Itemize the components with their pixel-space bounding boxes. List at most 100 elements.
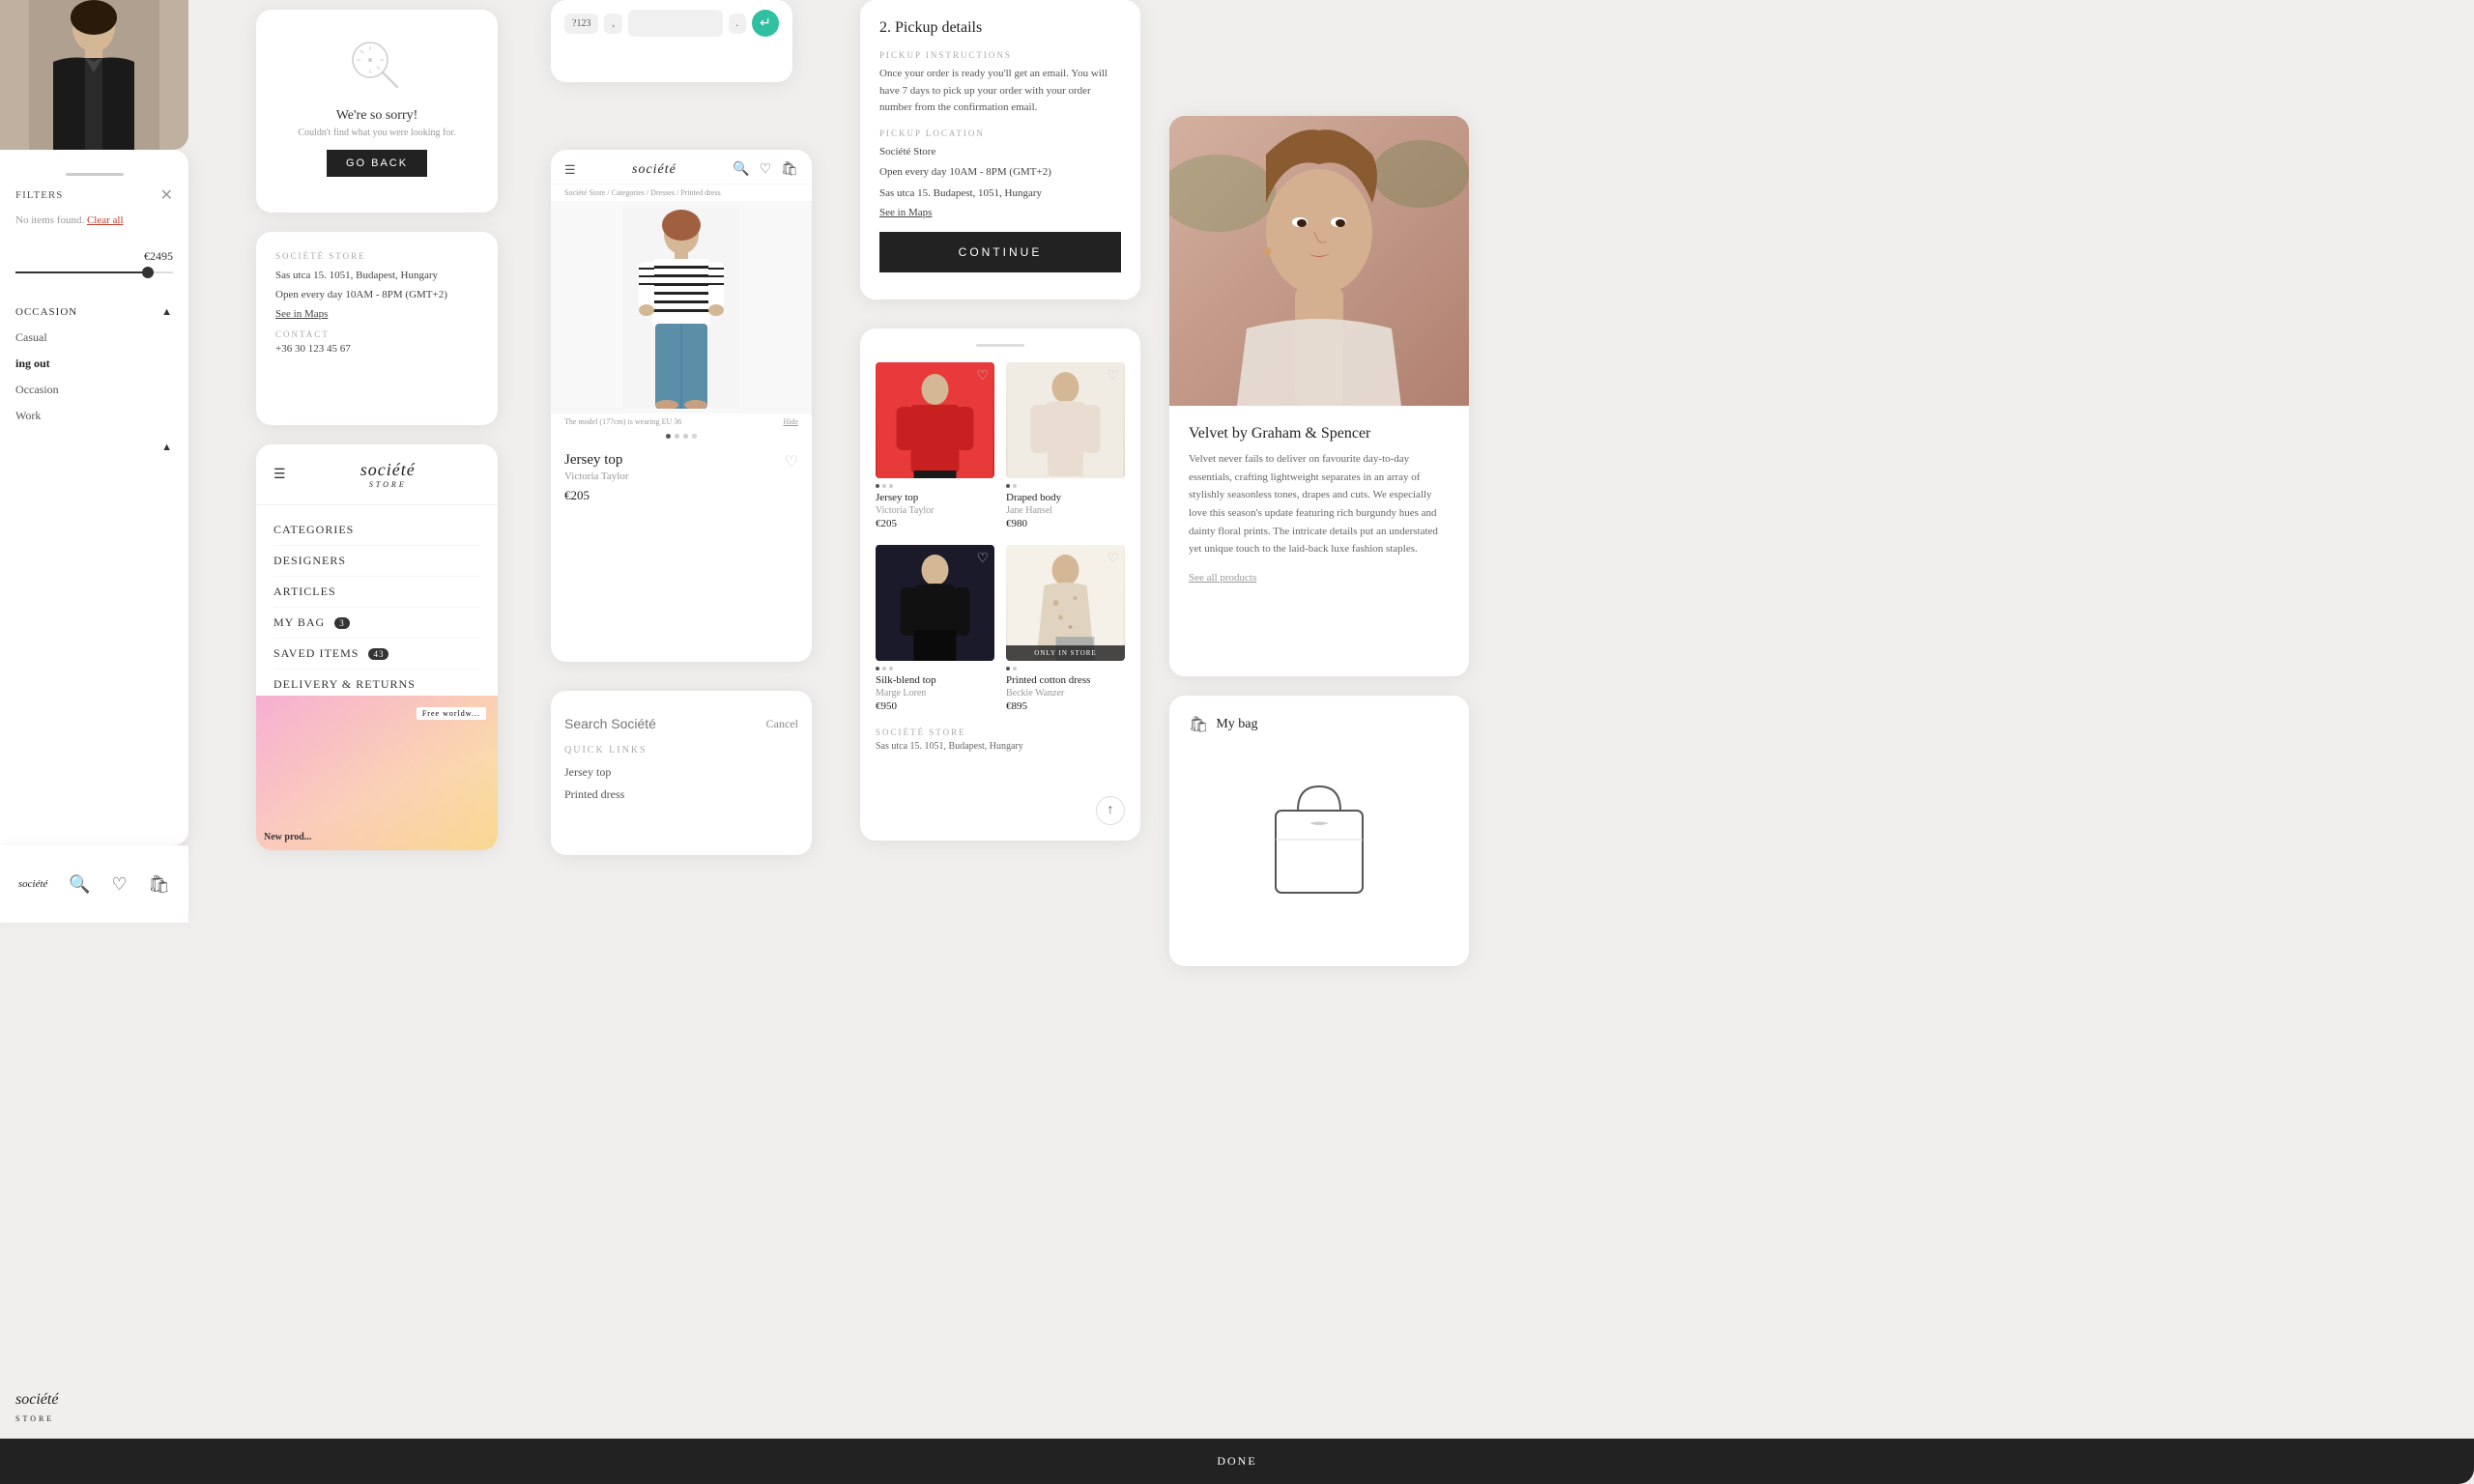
keyboard-row: ?123 , . ↵ — [564, 10, 779, 37]
close-icon[interactable]: ✕ — [160, 186, 173, 205]
range-fill — [15, 271, 154, 273]
product-grid-card: ♡ Jersey top Victoria Taylor €205 — [860, 328, 1140, 841]
scrollbar[interactable] — [66, 173, 124, 176]
bag-header: 🛍 My bag — [1189, 715, 1450, 734]
product-price: €205 — [564, 488, 798, 503]
dot-4[interactable] — [692, 434, 697, 439]
store-maps-link[interactable]: See in Maps — [275, 308, 478, 320]
range-thumb[interactable] — [142, 267, 154, 278]
phone-bag-icon[interactable]: 🛍 — [781, 161, 798, 178]
clear-all-link[interactable]: Clear all — [87, 214, 124, 226]
continue-button[interactable]: CONTINUE — [879, 232, 1121, 272]
sorry-title: We're so sorry! — [279, 108, 475, 124]
menu-brand: sociétéSTORE — [296, 460, 480, 489]
key-123[interactable]: ?123 — [564, 14, 598, 34]
occasion-section: OCCASION ▲ — [15, 306, 173, 318]
nav-bag-icon[interactable]: 🛍 — [148, 874, 170, 895]
price-range-filter: €2495 — [15, 249, 173, 281]
grid-item-designer-1: Victoria Taylor — [876, 505, 994, 516]
pickup-maps-link[interactable]: See in Maps — [879, 207, 1121, 218]
filter-item-going-out[interactable]: ing out — [15, 354, 173, 374]
product-designer: Victoria Taylor — [564, 471, 798, 482]
search-cancel-button[interactable]: Cancel — [766, 717, 798, 731]
menu-hamburger-icon[interactable]: ☰ — [273, 467, 286, 483]
phone-heart-icon[interactable]: ♡ — [760, 161, 772, 178]
grid-item-silk-blend: ♡ Silk-blend top Marge Loren €950 — [876, 545, 994, 712]
saved-badge: 43 — [368, 648, 388, 660]
filter-item-work[interactable]: Work — [15, 406, 173, 426]
product-info: ♡ Jersey top Victoria Taylor €205 — [551, 442, 812, 513]
search-input[interactable] — [564, 716, 766, 731]
sidebar-brand: sociétéSTORE — [15, 1391, 58, 1426]
phone-search-icon[interactable]: 🔍 — [733, 161, 749, 178]
filter-item-occasion[interactable]: Occasion — [15, 380, 173, 400]
phone-top-bar: ☰ société 🔍 ♡ 🛍 — [551, 150, 812, 185]
pickup-store-name: Société Store — [879, 144, 1121, 161]
only-in-store-badge: ONLY IN STORE — [1006, 645, 1125, 661]
quick-link-1[interactable]: Jersey top — [564, 761, 798, 784]
dot-2[interactable] — [675, 434, 679, 439]
filter-header: FILTERS ✕ — [15, 186, 173, 205]
no-results-text: No items found. Clear all — [15, 214, 173, 226]
bag-svg — [1261, 767, 1377, 902]
free-shipping-badge: Free worldw... — [417, 707, 486, 720]
dot-3[interactable] — [683, 434, 688, 439]
grid-heart-4[interactable]: ♡ — [1107, 551, 1119, 567]
contact-phone: +36 30 123 45 67 — [275, 343, 478, 355]
store-address: Sas utca 15. 1051, Budapest, Hungary — [275, 269, 478, 283]
filter-item-casual[interactable]: Casual — [15, 328, 173, 348]
enter-arrow-icon: ↵ — [760, 15, 771, 32]
pickup-store-hours: Open every day 10AM - 8PM (GMT+2) — [879, 164, 1121, 182]
menu-item-articles[interactable]: ARTICLES — [273, 577, 480, 608]
not-found-icon — [343, 33, 411, 100]
hide-link[interactable]: Hide — [783, 417, 798, 426]
model-photo-card — [0, 0, 188, 150]
menu-item-designers[interactable]: DESIGNERS — [273, 546, 480, 577]
editorial-see-all-link[interactable]: See all products — [1189, 572, 1256, 584]
key-enter[interactable]: ↵ — [752, 10, 779, 37]
scroll-up-button[interactable]: ↑ — [1096, 796, 1125, 825]
nav-search-icon[interactable]: 🔍 — [69, 874, 90, 895]
grid-heart-3[interactable]: ♡ — [976, 551, 989, 567]
grid-scrollbar[interactable] — [976, 344, 1024, 347]
grid-heart-1[interactable]: ♡ — [976, 368, 989, 385]
grid-item-price-3: €950 — [876, 700, 994, 712]
menu-item-my-bag[interactable]: MY BAG 3 — [273, 608, 480, 639]
search-not-found-card: We're so sorry! Couldn't find what you w… — [256, 10, 498, 213]
grid-heart-2[interactable]: ♡ — [1107, 368, 1119, 385]
key-comma[interactable]: , — [604, 14, 622, 34]
range-track[interactable] — [15, 271, 173, 273]
menu-promo-area: New prod... Free worldw... — [256, 696, 498, 850]
store-info-card: SOCIÉTÉ STORE Sas utca 15. 1051, Budapes… — [256, 232, 498, 425]
grid-item-image-4[interactable]: ONLY IN STORE ♡ — [1006, 545, 1125, 661]
editorial-card: Velvet by Graham & Spencer Velvet never … — [1169, 116, 1469, 676]
wishlist-heart-icon[interactable]: ♡ — [785, 452, 798, 471]
filter-panel: FILTERS ✕ No items found. Clear all €249… — [0, 150, 188, 845]
grid-item-image-1[interactable]: ♡ — [876, 362, 994, 478]
grid-dots-3 — [876, 667, 994, 671]
go-back-button[interactable]: GO BACK — [327, 150, 427, 177]
nav-brand: société — [18, 878, 48, 890]
grid-item-image-2[interactable]: ♡ — [1006, 362, 1125, 478]
phone-hamburger-icon[interactable]: ☰ — [564, 162, 576, 178]
filter-done-button[interactable]: DONE — [0, 1439, 2474, 1484]
editorial-brand: Velvet by Graham & Spencer — [1189, 425, 1450, 442]
model-size-note: The model (177cm) is wearing EU 36 Hide — [551, 414, 812, 430]
key-period[interactable]: . — [729, 14, 747, 34]
key-space[interactable] — [628, 10, 723, 37]
phone-icons-row: 🔍 ♡ 🛍 — [733, 161, 798, 178]
nav-heart-icon[interactable]: ♡ — [111, 874, 127, 895]
editorial-image — [1169, 116, 1469, 406]
store-hours: Open every day 10AM - 8PM (GMT+2) — [275, 288, 478, 302]
grid-item-image-3[interactable]: ♡ — [876, 545, 994, 661]
quick-link-2[interactable]: Printed dress — [564, 784, 798, 806]
grid-row-1: ♡ Jersey top Victoria Taylor €205 — [876, 362, 1125, 529]
search-card: Cancel QUICK LINKS Jersey top Printed dr… — [551, 691, 812, 855]
menu-item-categories[interactable]: CATEGORIES — [273, 515, 480, 546]
grid-item-designer-3: Marge Loren — [876, 688, 994, 699]
menu-item-saved-items[interactable]: SAVED ITEMS 43 — [273, 639, 480, 670]
grid-item-name-4: Printed cotton dress — [1006, 674, 1125, 686]
keyboard-card: ?123 , . ↵ — [551, 0, 792, 82]
dot-1[interactable] — [666, 434, 671, 439]
grid-row-2: ♡ Silk-blend top Marge Loren €950 — [876, 545, 1125, 712]
